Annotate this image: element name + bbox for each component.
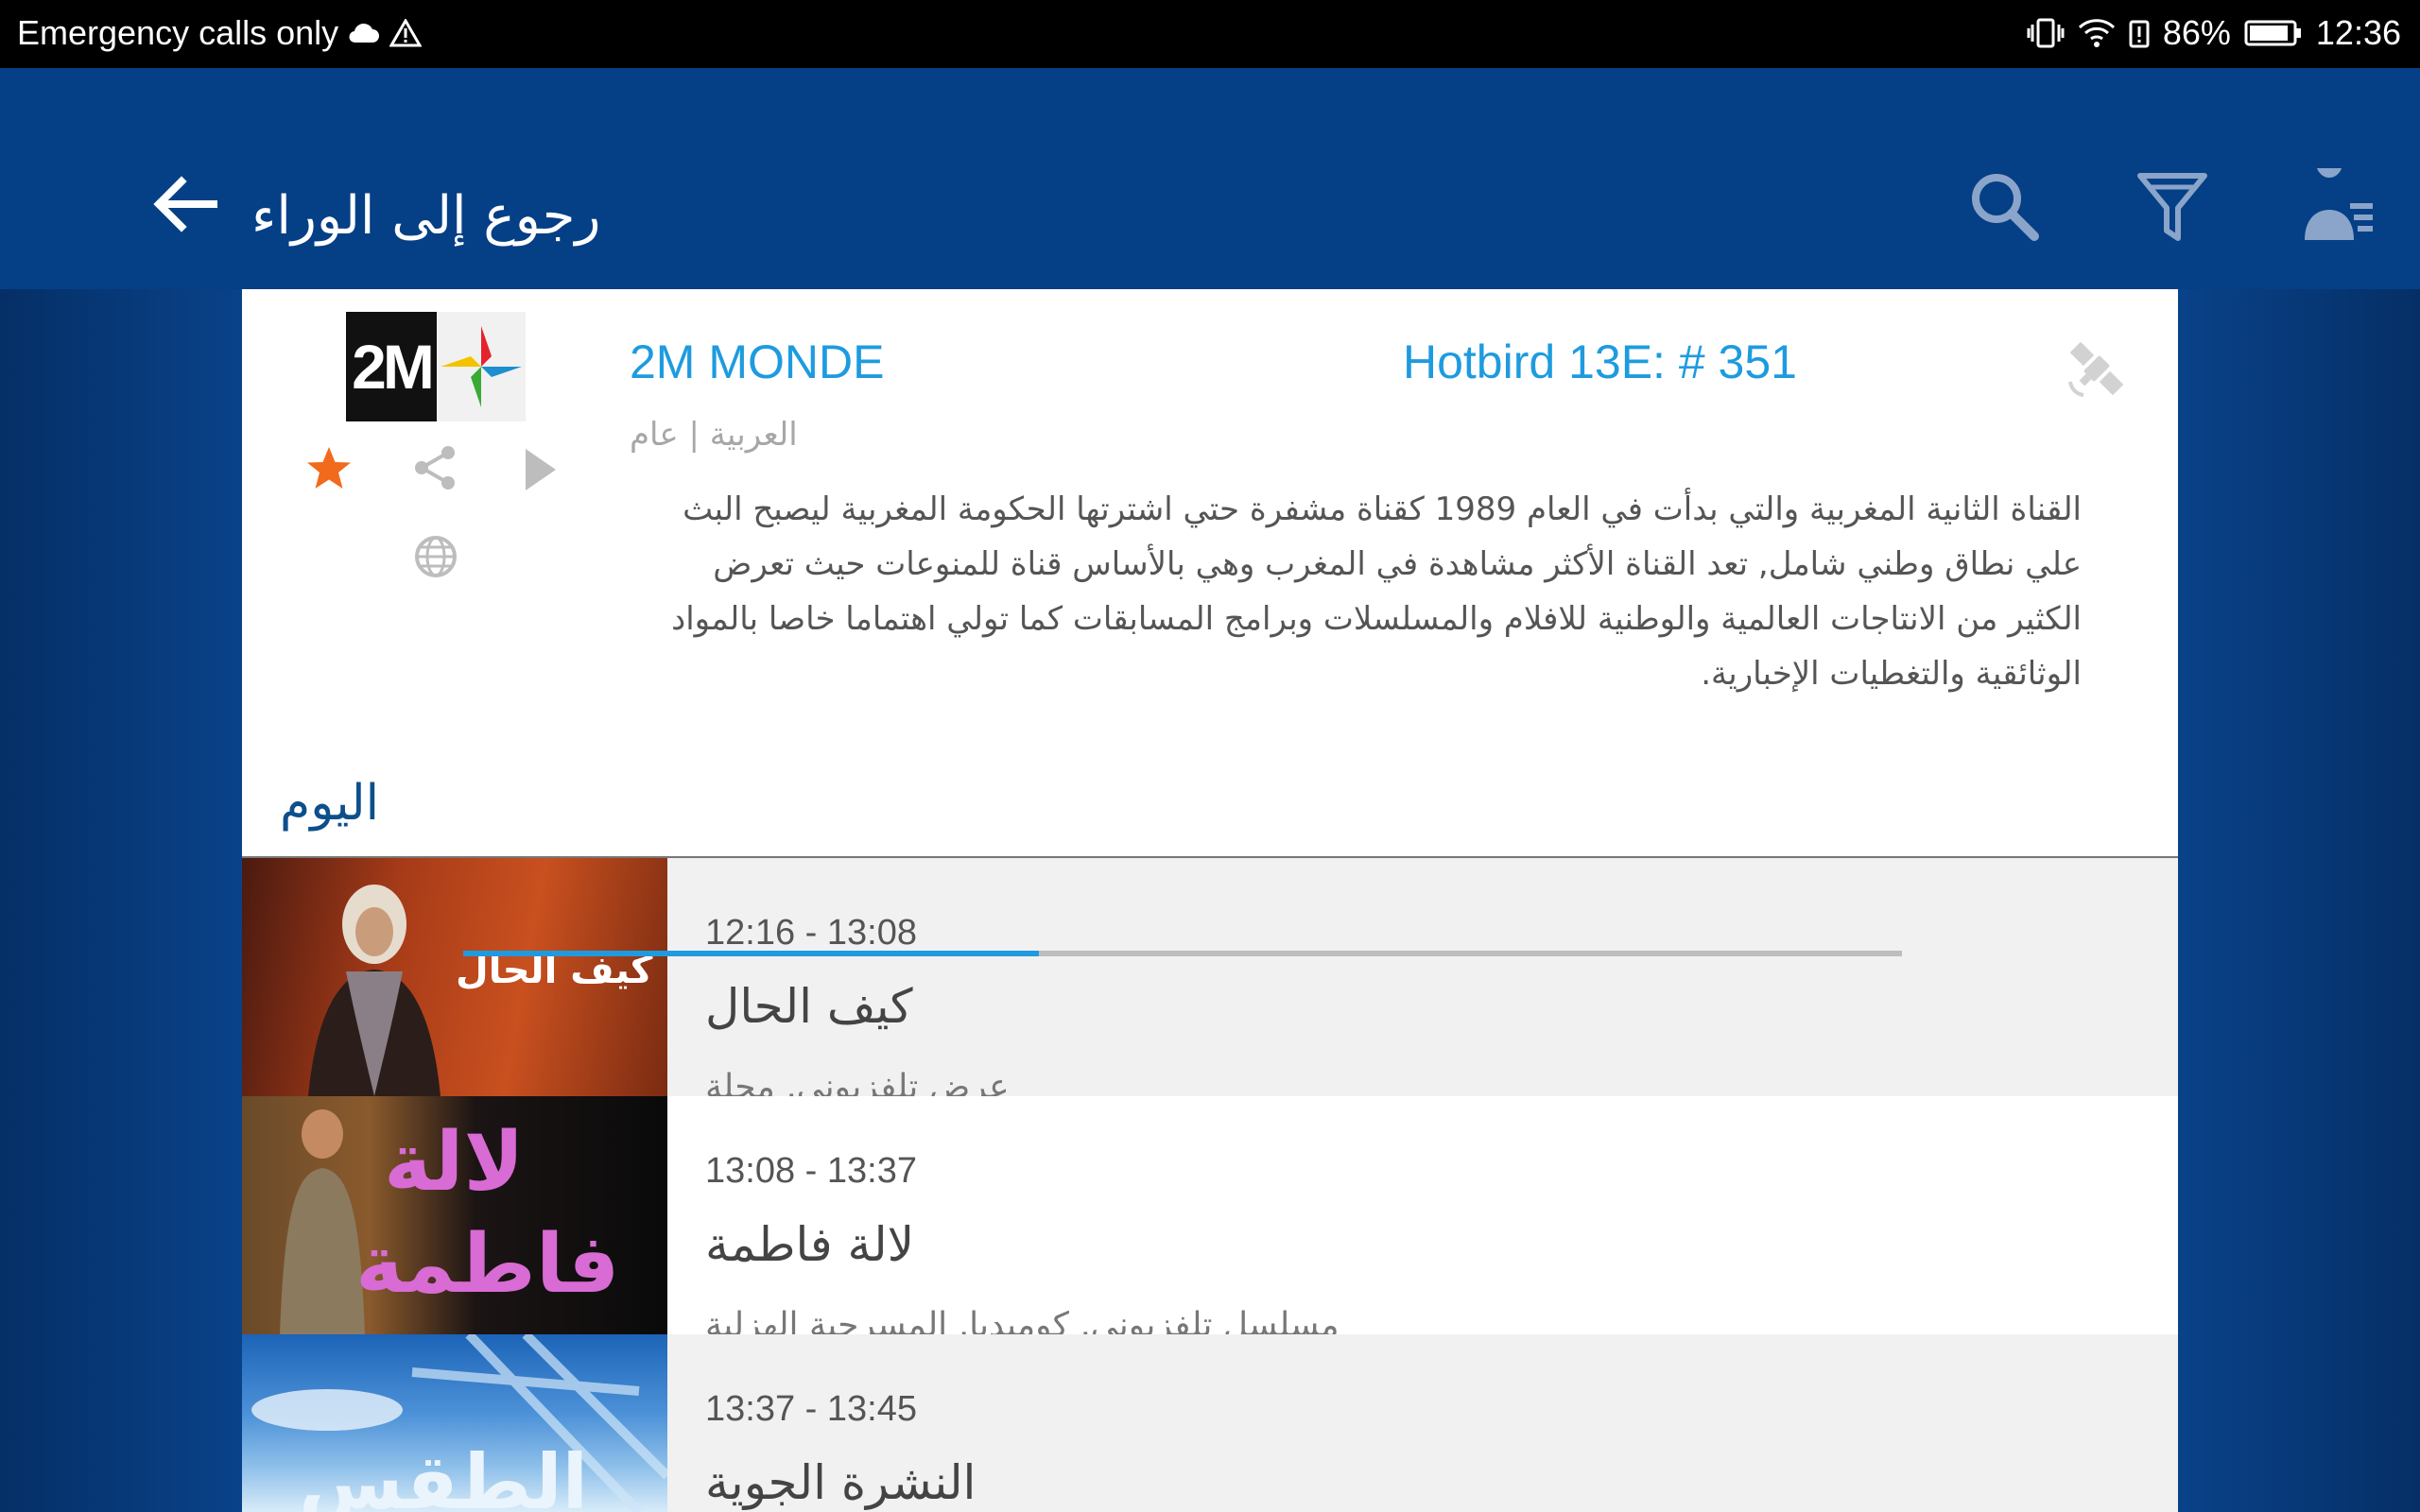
back-button-label[interactable]: رجوع إلى الوراء (251, 185, 600, 247)
program-row[interactable]: الطقس 13:37 - 13:45 النشرة الجوية (242, 1334, 2178, 1512)
program-thumbnail: كيف الحال (242, 858, 667, 1096)
user-profile-icon[interactable] (2301, 168, 2377, 244)
play-icon[interactable] (522, 446, 560, 493)
wifi-icon (2078, 19, 2115, 47)
program-thumbnail-text-top: لالة (384, 1115, 525, 1210)
search-icon[interactable] (1966, 168, 2042, 244)
status-carrier-text: Emergency calls only (17, 13, 339, 52)
program-title: النشرة الجوية (705, 1455, 977, 1510)
program-thumbnail-text: الطقس (299, 1438, 589, 1512)
program-title: كيف الحال (705, 979, 913, 1034)
schedule-day-label[interactable]: اليوم (280, 775, 379, 832)
logo-star-icon (441, 326, 522, 407)
program-progress-bar (463, 951, 1902, 956)
battery-icon (2244, 20, 2301, 46)
program-row[interactable]: كيف الحال 12:16 - 13:08 كيف الحال عرض تل… (242, 858, 2178, 1096)
program-progress-fill (463, 951, 1039, 956)
channel-logo: 2M (346, 312, 526, 421)
app-bar (0, 68, 2420, 289)
channel-logo-text: 2M (346, 312, 437, 421)
warning-icon (389, 19, 423, 47)
vibrate-icon (2027, 18, 2065, 48)
battery-alert-icon (2129, 20, 2150, 48)
cloud-icon (349, 23, 380, 43)
share-icon[interactable] (412, 444, 459, 491)
program-thumbnail: الطقس (242, 1334, 667, 1512)
channel-description: القناة الثانية المغربية والتي بدأت في ال… (671, 490, 2082, 693)
channel-name: 2M MONDE (630, 335, 885, 388)
clock: 12:36 (2315, 13, 2401, 52)
program-time: 13:37 - 13:45 (705, 1389, 917, 1429)
favorite-star-icon[interactable] (304, 444, 354, 493)
program-title: لالة فاطمة (705, 1217, 915, 1272)
program-genre: مسلسل تلفزيوني, كوميديا, المسرحية الهزلي… (705, 1306, 1340, 1334)
battery-percent: 86% (2162, 13, 2231, 52)
presenter-figure (308, 885, 441, 1096)
program-time: 13:08 - 13:37 (705, 1151, 917, 1191)
program-thumbnail: لالة فاطمة (242, 1096, 667, 1334)
globe-icon[interactable] (412, 533, 459, 580)
program-thumbnail-text-bottom: فاطمة (355, 1217, 620, 1312)
program-row[interactable]: لالة فاطمة 13:08 - 13:37 لالة فاطمة مسلس… (242, 1096, 2178, 1334)
program-time: 12:16 - 13:08 (705, 913, 917, 953)
status-bar: Emergency calls only 86% 12:36 (0, 0, 2420, 68)
channel-language-genre: العربية | عام (630, 416, 798, 454)
satellite-position: Hotbird 13E: # 351 (1403, 335, 1797, 388)
satellite-icon[interactable] (2061, 333, 2133, 404)
filter-icon[interactable] (2135, 168, 2210, 244)
program-genre: عرض تلفزيوني, مجلة (705, 1068, 1010, 1096)
back-arrow-icon[interactable] (151, 176, 217, 232)
